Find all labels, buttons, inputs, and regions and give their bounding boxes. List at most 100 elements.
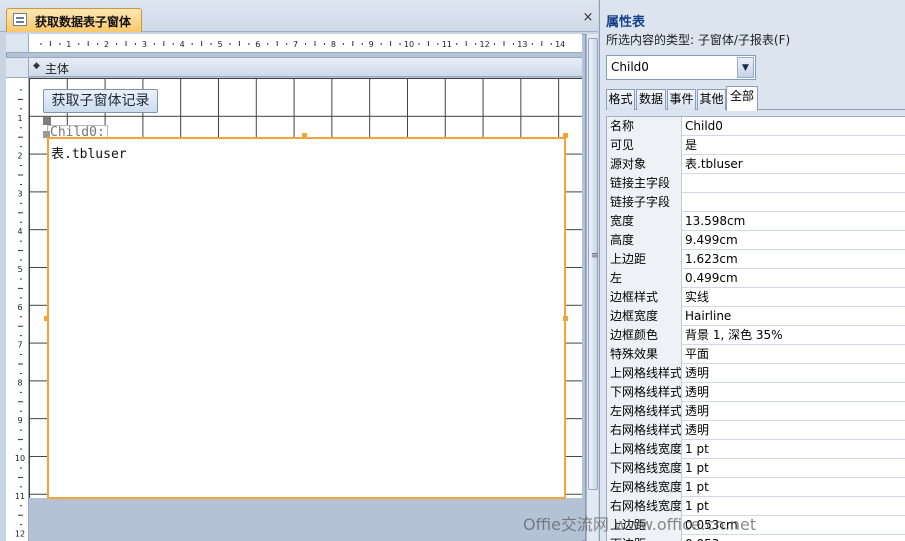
- ruler-tick: [20, 354, 22, 356]
- ruler-tick: [361, 43, 363, 45]
- ruler-number: 6: [255, 40, 260, 49]
- ruler-number: 7: [17, 341, 22, 350]
- property-value[interactable]: 透明: [685, 421, 904, 440]
- ruler-tick: [475, 43, 477, 45]
- property-row[interactable]: 左网格线样式 透明: [607, 402, 905, 421]
- property-value[interactable]: 是: [685, 136, 904, 155]
- property-value[interactable]: 平面: [685, 345, 904, 364]
- property-value[interactable]: 透明: [685, 402, 904, 421]
- document-tab[interactable]: 获取数据表子窗体: [6, 8, 142, 32]
- chevron-down-icon[interactable]: ▼: [737, 57, 754, 78]
- resize-handle[interactable]: [563, 133, 568, 138]
- property-value[interactable]: 背景 1, 深色 35%: [685, 326, 904, 345]
- property-row[interactable]: 特殊效果 平面: [607, 345, 905, 364]
- move-handle[interactable]: [43, 117, 51, 125]
- ruler-tick: [437, 43, 439, 45]
- ruler-number: 4: [180, 40, 185, 49]
- property-row[interactable]: 右网格线样式 透明: [607, 421, 905, 440]
- ruler-tick: [352, 41, 354, 46]
- property-value[interactable]: 透明: [685, 383, 904, 402]
- property-row[interactable]: 下网格线宽度 1 pt: [607, 459, 905, 478]
- tab-event[interactable]: 事件: [667, 89, 696, 110]
- property-value[interactable]: 13.598cm: [685, 212, 904, 231]
- property-row[interactable]: 边框颜色 背景 1, 深色 35%: [607, 326, 905, 345]
- resize-handle[interactable]: [563, 316, 568, 321]
- ruler-tick: [59, 43, 61, 45]
- ruler-number: 3: [142, 40, 147, 49]
- property-value[interactable]: 实线: [685, 288, 904, 307]
- tab-other[interactable]: 其他: [697, 89, 726, 110]
- property-row[interactable]: 上网格线样式 透明: [607, 364, 905, 383]
- property-name: 可见: [607, 136, 682, 155]
- form-icon: [13, 13, 27, 26]
- property-name: 特殊效果: [607, 345, 682, 364]
- property-value[interactable]: 0.053cm: [685, 535, 904, 541]
- ruler-tick: [18, 250, 23, 252]
- ruler-tick: [18, 174, 23, 176]
- ruler-tick: [20, 240, 22, 242]
- property-value[interactable]: 9.499cm: [685, 231, 904, 250]
- property-value[interactable]: 表.tbluser: [685, 155, 904, 174]
- horizontal-ruler[interactable]: 1 2 3 4 5 6 7 8 9 10 11 12 13 14: [29, 34, 582, 53]
- triangle-down-icon: ◆: [33, 61, 40, 71]
- property-value[interactable]: Hairline: [685, 307, 904, 326]
- ruler-tick: [399, 43, 401, 45]
- ruler-tick: [18, 98, 23, 100]
- property-row[interactable]: 名称 Child0: [607, 117, 905, 136]
- property-row[interactable]: 上边距 1.623cm: [607, 250, 905, 269]
- control-selector-combo[interactable]: Child0 ▼: [606, 55, 756, 80]
- ruler-number: 11: [15, 492, 25, 501]
- subform-control[interactable]: 表.tbluser: [47, 137, 566, 499]
- property-name: 链接主字段: [607, 174, 682, 193]
- ruler-tick: [494, 43, 496, 45]
- ruler-number: 3: [17, 189, 22, 198]
- property-value[interactable]: 0.499cm: [685, 269, 904, 288]
- tab-format[interactable]: 格式: [606, 89, 635, 110]
- property-row[interactable]: 边框样式 实线: [607, 288, 905, 307]
- document-tab-title: 获取数据表子窗体: [35, 15, 132, 29]
- property-row[interactable]: 高度 9.499cm: [607, 231, 905, 250]
- property-name: 上边距: [607, 250, 682, 269]
- ruler-tick: [229, 43, 231, 45]
- property-row[interactable]: 左 0.499cm: [607, 269, 905, 288]
- property-value[interactable]: [685, 193, 904, 212]
- ruler-number: 10: [15, 454, 25, 463]
- selection-type-label: 所选内容的类型: 子窗体/子报表(F): [606, 33, 791, 47]
- property-row[interactable]: 下边距0.053cm: [607, 535, 905, 541]
- vertical-scrollbar[interactable]: ≡: [586, 34, 599, 541]
- property-value[interactable]: Child0: [685, 117, 904, 136]
- property-row[interactable]: 链接子字段: [607, 193, 905, 212]
- ruler-tick: [116, 43, 118, 45]
- property-value[interactable]: 1.623cm: [685, 250, 904, 269]
- get-subform-records-button[interactable]: 获取子窗体记录: [43, 89, 158, 113]
- ruler-tick: [97, 43, 99, 45]
- ruler-tick: [20, 108, 22, 110]
- ruler-tick: [163, 41, 165, 46]
- property-row[interactable]: 边框宽度 Hairline: [607, 307, 905, 326]
- tab-data[interactable]: 数据: [636, 89, 666, 110]
- ruler-tick: [512, 43, 514, 45]
- property-row[interactable]: 下网格线样式 透明: [607, 383, 905, 402]
- property-row[interactable]: 可见是: [607, 136, 905, 155]
- property-value[interactable]: [685, 174, 904, 193]
- property-value[interactable]: 1 pt: [685, 478, 904, 497]
- resize-handle[interactable]: [44, 316, 49, 321]
- scrollbar-thumb[interactable]: ≡: [588, 38, 599, 490]
- property-value[interactable]: 透明: [685, 364, 904, 383]
- property-row[interactable]: 源对象 表.tbluser: [607, 155, 905, 174]
- ruler-tick: [78, 43, 80, 45]
- property-value[interactable]: 1 pt: [685, 440, 904, 459]
- ruler-corner[interactable]: [6, 34, 29, 53]
- property-row[interactable]: 宽度 13.598cm: [607, 212, 905, 231]
- section-bar-detail[interactable]: ◆ 主体: [29, 57, 582, 77]
- resize-handle[interactable]: [302, 133, 307, 138]
- tab-all[interactable]: 全部: [726, 86, 758, 111]
- ruler-number: 6: [17, 303, 22, 312]
- vertical-ruler[interactable]: 1 2 3 4 5 6 7 8 9 10 11 12: [6, 78, 29, 541]
- property-row[interactable]: 上网格线宽度 1 pt: [607, 440, 905, 459]
- close-icon[interactable]: ×: [582, 11, 594, 24]
- property-row[interactable]: 左网格线宽度 1 pt: [607, 478, 905, 497]
- property-row[interactable]: 链接主字段: [607, 174, 905, 193]
- ruler-number: 9: [17, 416, 22, 425]
- property-value[interactable]: 1 pt: [685, 459, 904, 478]
